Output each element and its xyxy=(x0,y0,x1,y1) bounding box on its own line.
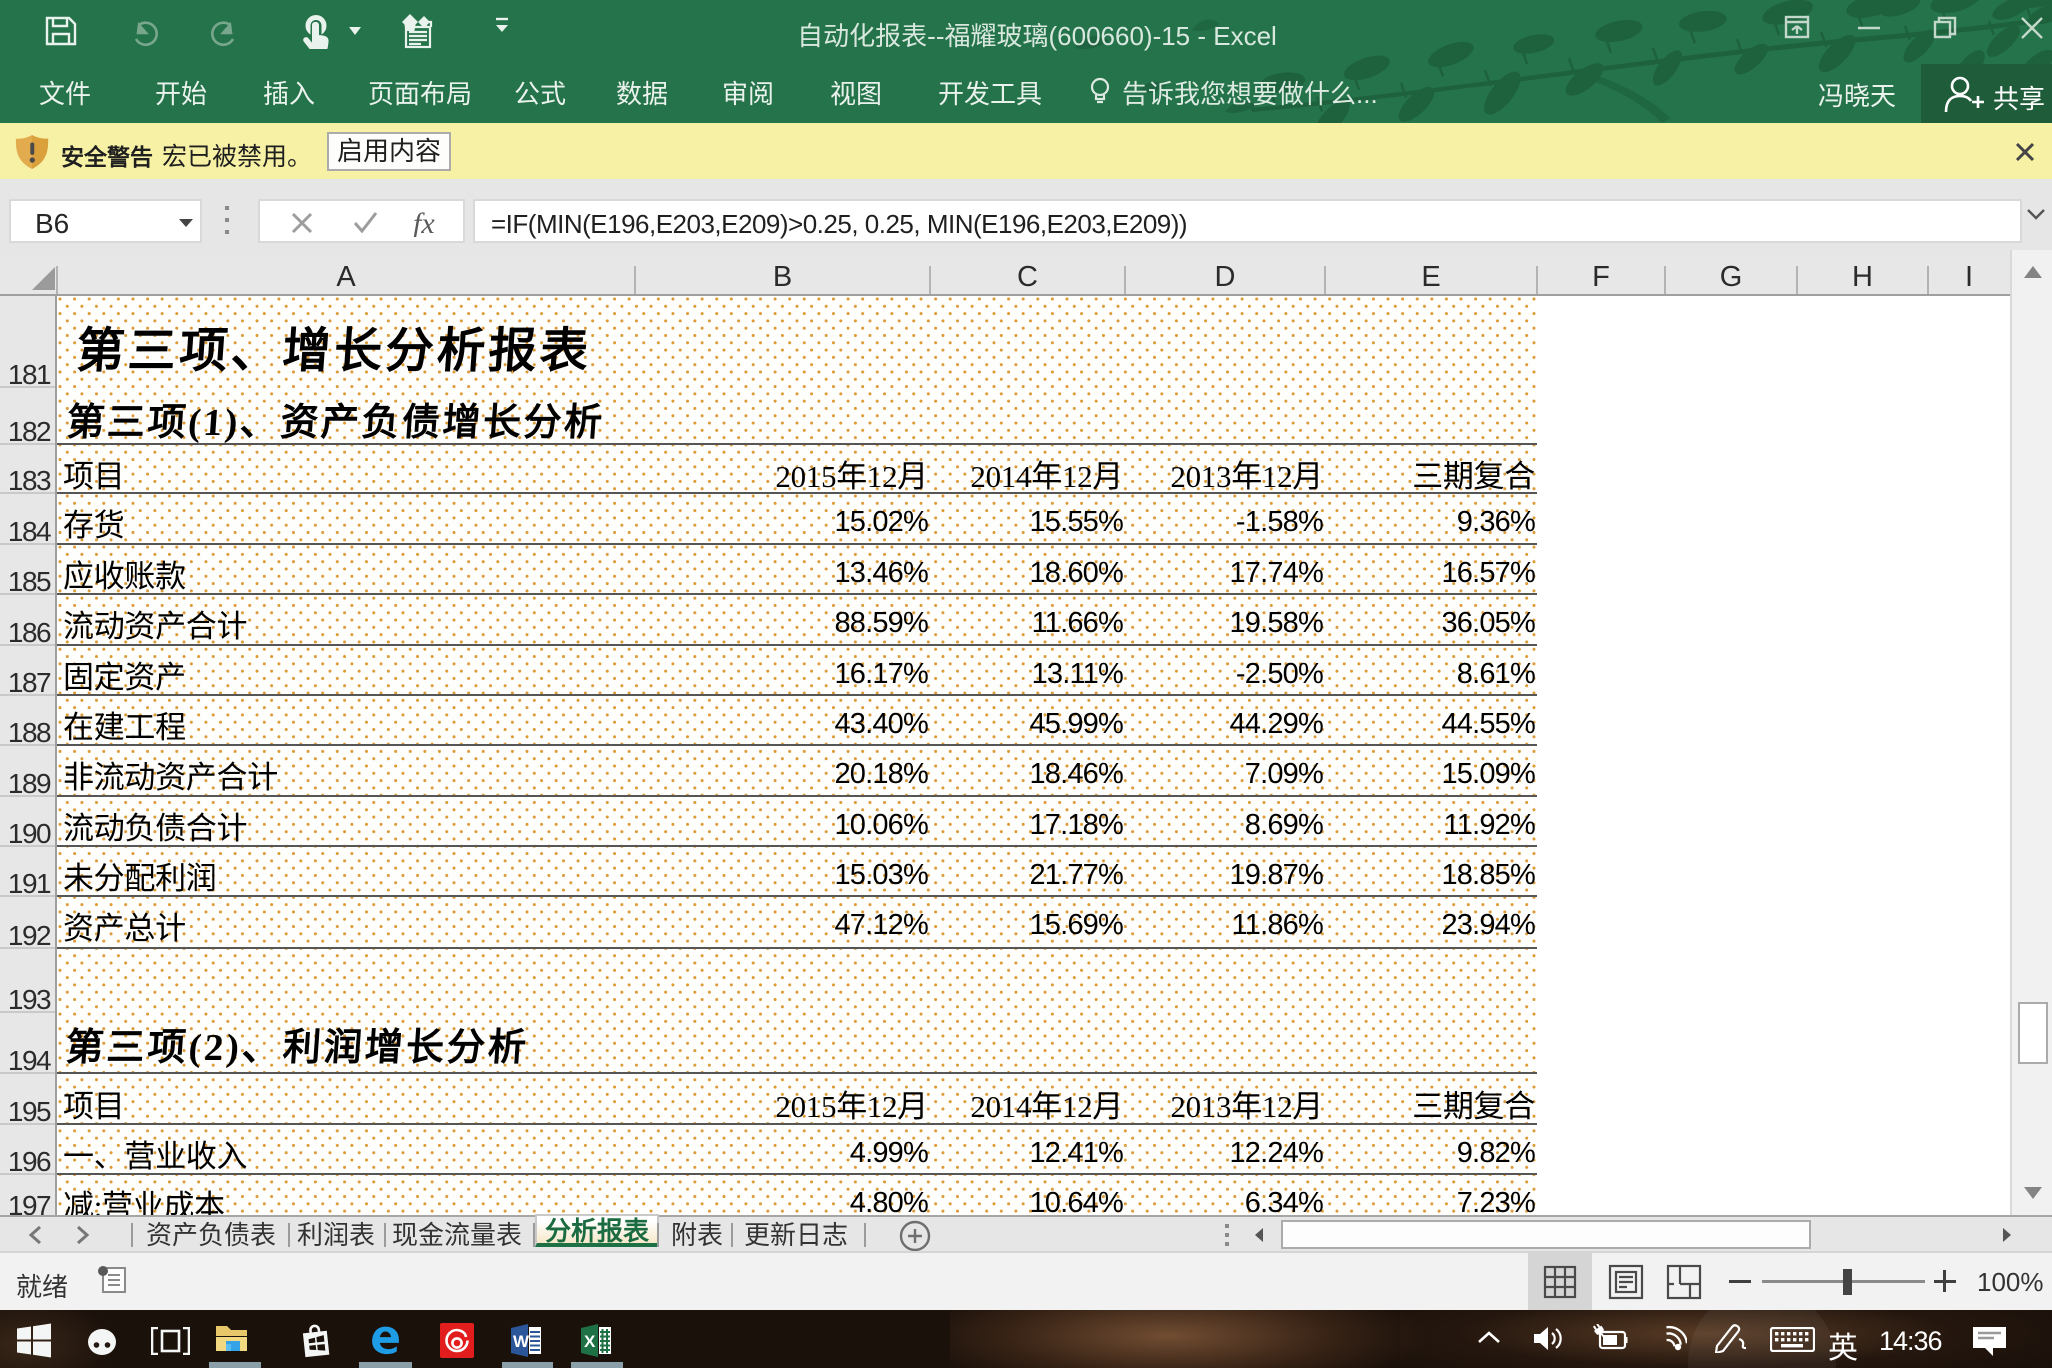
svg-text:fx: fx xyxy=(413,209,435,237)
svg-text:X: X xyxy=(584,1332,596,1351)
svg-text:W: W xyxy=(513,1332,530,1351)
